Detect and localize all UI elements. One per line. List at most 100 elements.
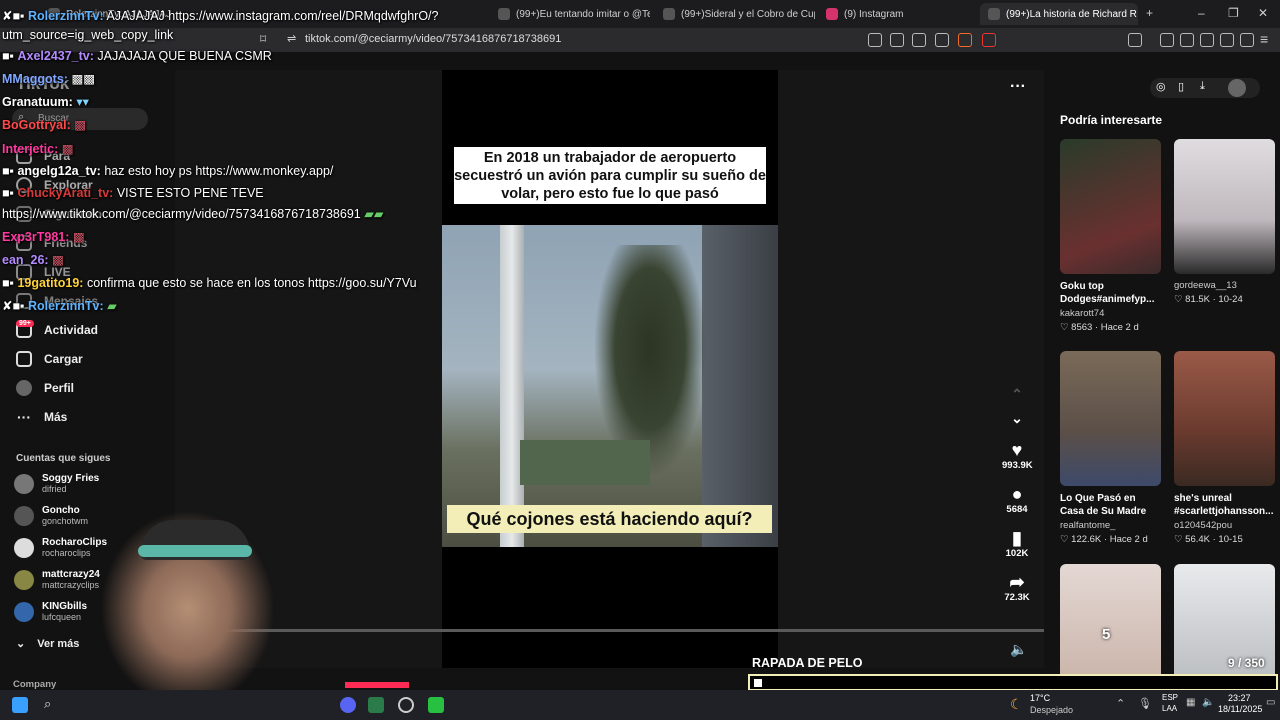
progress-fill xyxy=(754,679,762,687)
suggestion-card[interactable]: she's unreal #scarlettjohansson... o1204… xyxy=(1174,351,1275,545)
extension-icon[interactable] xyxy=(868,33,882,47)
suggestion-thumbnail xyxy=(1174,351,1275,486)
following-item[interactable]: RocharoClips rocharoclips xyxy=(14,537,107,558)
wallet-icon[interactable] xyxy=(1200,33,1214,47)
nav-label: Perfil xyxy=(44,381,75,395)
comment-button[interactable]: ● 5684 xyxy=(1002,484,1032,515)
video-frame-detail xyxy=(702,225,778,547)
following-handle: mattcrazyclips xyxy=(42,580,100,590)
emote-icon: ▰ xyxy=(107,299,117,313)
chevron-up-icon[interactable]: ⌃ xyxy=(1116,697,1125,710)
avatar[interactable] xyxy=(1228,79,1246,97)
window-close-icon[interactable]: ✕ xyxy=(1258,6,1268,20)
tiktok-icon xyxy=(663,8,675,20)
video-progress-bar[interactable] xyxy=(175,629,1044,632)
vpn-icon[interactable] xyxy=(1240,33,1254,47)
browser-tab[interactable]: (9) Instagram xyxy=(818,3,978,25)
following-item[interactable]: Soggy Fries difried xyxy=(14,473,99,494)
chat-message: https://www.tiktok.com/@ceciarmy/video/7… xyxy=(2,206,383,221)
chat-user: MMaggots: xyxy=(2,72,68,86)
url-field[interactable]: tiktok.com/@ceciarmy/video/7573416876718… xyxy=(305,33,561,45)
minimize-icon[interactable]: – xyxy=(1198,6,1205,20)
suggestion-card[interactable]: gordeewa__13 ♡ 81.5K · 10-24 xyxy=(1174,139,1275,305)
sidebar-toggle-icon[interactable] xyxy=(1128,33,1142,47)
chat-user: RolerzinnTv: xyxy=(27,299,104,313)
volume-icon[interactable]: 🔈 xyxy=(1202,697,1214,708)
menu-icon[interactable]: ≡ xyxy=(1260,31,1268,47)
like-button[interactable]: ♥ 993.9K xyxy=(1002,440,1033,471)
badge-icon: ■▪ xyxy=(2,186,18,200)
upload-icon xyxy=(16,351,32,367)
volume-icon[interactable]: 🔈 xyxy=(1010,641,1027,658)
search-icon[interactable]: ⌕ xyxy=(44,696,51,712)
nav-perfil[interactable]: Perfil xyxy=(16,380,74,396)
bookmark-icon: ▮ xyxy=(1012,528,1022,548)
extension-icon[interactable] xyxy=(890,33,904,47)
device-icon[interactable]: ▯ xyxy=(1178,80,1184,93)
brave-shield-icon[interactable] xyxy=(958,33,972,47)
suggestion-card[interactable]: Lo Que Pasó en Casa de Su Madre Cambi...… xyxy=(1060,351,1161,545)
following-item[interactable]: Goncho gonchotwm xyxy=(14,505,88,526)
rewards-icon[interactable] xyxy=(982,33,996,47)
clock-time: 23:27 xyxy=(1228,693,1251,703)
suggestion-card[interactable]: Goku top Dodges#animefyp... kakarott74 ♡… xyxy=(1060,139,1161,333)
following-item[interactable]: mattcrazy24 mattcrazyclips xyxy=(14,569,100,590)
suggestion-overlay-text: 5 xyxy=(1102,626,1111,643)
nav-mas[interactable]: ··· Más xyxy=(16,409,67,425)
more-options-icon[interactable]: ··· xyxy=(1010,78,1026,96)
tab-label: (99+)Eu tentando imitar o @Teteu7 xyxy=(516,8,650,20)
download-icon[interactable]: ⤓ xyxy=(1200,80,1205,93)
app-icon[interactable] xyxy=(398,697,414,713)
heart-icon: ♡ xyxy=(1060,534,1072,545)
following-handle: gonchotwm xyxy=(42,516,89,526)
language-indicator[interactable]: ESP xyxy=(1162,693,1178,702)
app-icon[interactable] xyxy=(428,697,444,713)
chevron-down-icon[interactable]: ⌄ xyxy=(1002,410,1032,427)
discord-icon[interactable] xyxy=(340,697,356,713)
music-icon[interactable] xyxy=(1160,33,1174,47)
app-icon[interactable] xyxy=(368,697,384,713)
following-handle: difried xyxy=(42,484,67,494)
translate-icon[interactable] xyxy=(912,33,926,47)
browser-tab[interactable]: (99+)Sideral y el Cobro de Cupos en xyxy=(655,3,815,25)
site-info-icon[interactable]: ⇌ xyxy=(287,32,296,45)
share-button[interactable]: ➦ 72.3K xyxy=(1002,572,1032,603)
chat-message: Granatuum: ▾▾ xyxy=(2,94,89,109)
suggestion-thumbnail xyxy=(1060,351,1161,486)
share-count: 72.3K xyxy=(1004,592,1030,603)
following-item[interactable]: KINGbills lufcqueen xyxy=(14,601,87,622)
nav-cargar[interactable]: Cargar xyxy=(16,351,83,367)
maximize-icon[interactable]: ❐ xyxy=(1228,6,1239,20)
bookmark-icon[interactable]: ⌑ xyxy=(260,32,266,46)
instagram-icon xyxy=(826,8,838,20)
reader-icon[interactable] xyxy=(1180,33,1194,47)
chat-message: Exp3rT981: ▩ xyxy=(2,229,85,244)
save-button[interactable]: ▮ 102K xyxy=(1002,528,1032,559)
company-link[interactable]: Company xyxy=(13,679,56,690)
clock-date: 18/11/2025 xyxy=(1218,704,1263,714)
windows-start-icon[interactable] xyxy=(12,697,28,713)
chevron-up-icon[interactable]: ⌃ xyxy=(1002,386,1032,403)
browser-tab-active[interactable]: (99+)La historia de Richard R✕ xyxy=(980,3,1138,25)
new-tab-icon[interactable]: + xyxy=(1146,6,1153,20)
suggestion-stats: ♡ 8563 · Hace 2 d xyxy=(1060,322,1161,333)
suggestion-card[interactable]: 9 / 350 xyxy=(1174,564,1275,686)
tiktok-icon xyxy=(988,8,1000,20)
share-icon[interactable] xyxy=(935,33,949,47)
download-icon[interactable] xyxy=(1220,33,1234,47)
see-more-button[interactable]: ⌄ Ver más xyxy=(16,637,79,651)
more-icon: ··· xyxy=(17,409,31,425)
keyboard-layout[interactable]: LAA xyxy=(1162,704,1177,713)
badge-icon: ■▪ xyxy=(2,276,18,290)
emote-icon: ▩ xyxy=(72,230,85,244)
notification-icon[interactable]: ▭ xyxy=(1266,697,1275,708)
chat-text: https://www.tiktok.com/@ceciarmy/video/7… xyxy=(2,207,361,221)
network-icon[interactable]: ▦ xyxy=(1186,697,1195,708)
microphone-icon[interactable]: 🎙 xyxy=(1138,697,1152,710)
heart-icon: ♥ xyxy=(1011,440,1023,460)
browser-tab[interactable]: (99+)Eu tentando imitar o @Teteu7 xyxy=(490,3,650,25)
video-frame-detail xyxy=(520,440,650,485)
coin-icon[interactable]: ◎ xyxy=(1156,80,1166,93)
suggestion-card[interactable]: 5 xyxy=(1060,564,1161,686)
badge-icon: ✘■▪ xyxy=(2,9,28,23)
